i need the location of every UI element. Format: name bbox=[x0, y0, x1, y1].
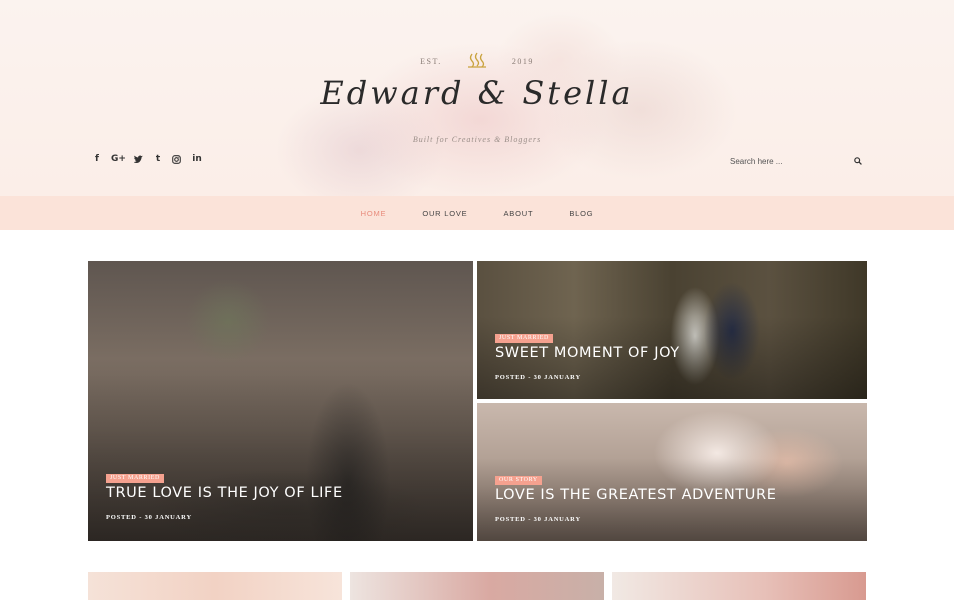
search-icon[interactable] bbox=[854, 152, 862, 170]
post-thumbnail[interactable] bbox=[88, 572, 342, 600]
site-tagline: Built for Creatives & Bloggers bbox=[412, 135, 542, 144]
nav-item-home[interactable]: HOME bbox=[361, 209, 387, 218]
nav-item-about[interactable]: ABOUT bbox=[503, 209, 533, 218]
post-meta: POSTED - 30 JANUARY bbox=[495, 374, 581, 381]
category-badge[interactable]: OUR STORY bbox=[495, 476, 542, 485]
nav-item-our-love[interactable]: OUR LOVE bbox=[422, 209, 467, 218]
category-badge[interactable]: JUST MARRIED bbox=[106, 474, 164, 483]
established-row: EST. 2019 bbox=[0, 48, 954, 74]
site-title[interactable]: Edward & Stella bbox=[0, 74, 954, 112]
post-title[interactable]: TRUE LOVE IS THE JOY OF LIFE bbox=[106, 485, 343, 501]
nav-item-blog[interactable]: BLOG bbox=[569, 209, 593, 218]
featured-post-card[interactable]: JUST MARRIED SWEET MOMENT OF JOY POSTED … bbox=[477, 261, 867, 399]
linkedin-icon[interactable]: in bbox=[191, 154, 203, 164]
search-input[interactable] bbox=[730, 156, 840, 166]
google-plus-icon[interactable]: G+ bbox=[111, 154, 126, 164]
site-header: EST. 2019 Edward & Stella Built for Crea… bbox=[0, 0, 954, 196]
instagram-icon[interactable] bbox=[172, 154, 182, 164]
post-thumbnail[interactable] bbox=[350, 572, 604, 600]
search-box bbox=[730, 153, 862, 169]
post-meta: POSTED - 30 JANUARY bbox=[495, 516, 581, 523]
est-year: 2019 bbox=[511, 56, 534, 66]
post-meta: POSTED - 30 JANUARY bbox=[106, 514, 192, 521]
post-title[interactable]: LOVE IS THE GREATEST ADVENTURE bbox=[495, 487, 776, 503]
social-links: f G+ t in bbox=[92, 154, 203, 164]
featured-post-card[interactable]: JUST MARRIED TRUE LOVE IS THE JOY OF LIF… bbox=[88, 261, 473, 541]
twitter-icon[interactable] bbox=[134, 155, 144, 163]
facebook-icon[interactable]: f bbox=[92, 154, 102, 164]
post-title[interactable]: SWEET MOMENT OF JOY bbox=[495, 345, 680, 361]
category-badge[interactable]: JUST MARRIED bbox=[495, 334, 553, 343]
tumblr-icon[interactable]: t bbox=[153, 154, 163, 164]
main-navigation: HOME OUR LOVE ABOUT BLOG bbox=[0, 196, 954, 230]
est-label: EST. bbox=[420, 56, 442, 66]
post-thumbnail[interactable] bbox=[612, 572, 866, 600]
featured-post-card[interactable]: OUR STORY LOVE IS THE GREATEST ADVENTURE… bbox=[477, 403, 867, 541]
candle-logo-icon bbox=[466, 52, 488, 70]
